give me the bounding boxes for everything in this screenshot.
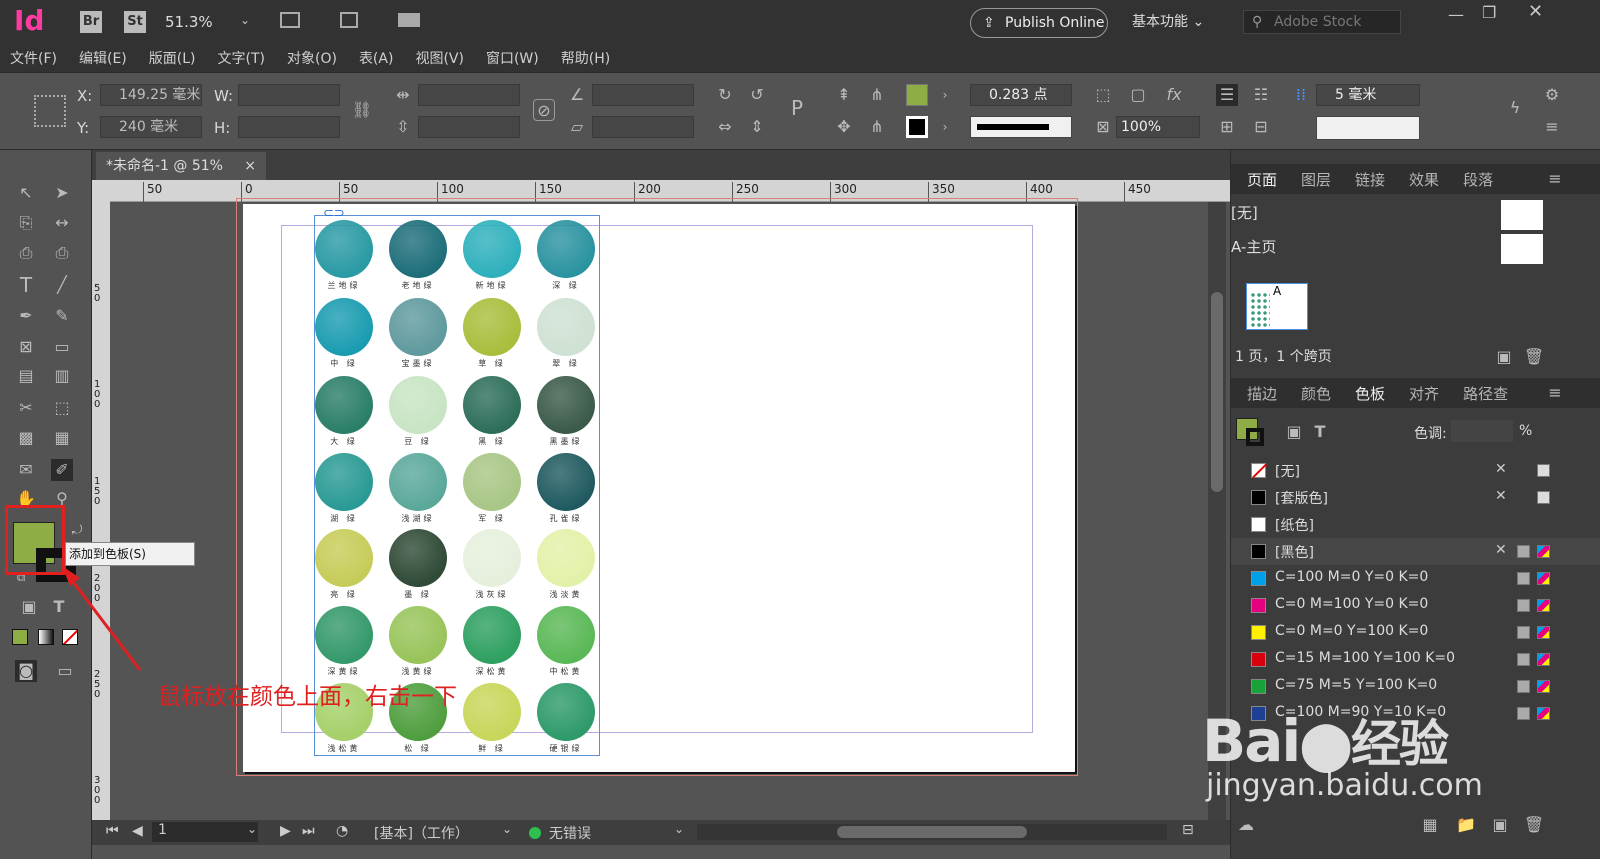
baidu-watermark: Bai⬤经验 xyxy=(1202,704,1592,775)
indesign-window: { "app":{"logo":"Id","br":"Br","st":"St"… xyxy=(0,0,1600,859)
watermark-brand-b: 经验 xyxy=(1350,715,1449,773)
watermark-url: jingyan.baidu.com xyxy=(1206,768,1483,803)
annotation-text: 鼠标放在颜色上面，右击一下 xyxy=(158,684,457,710)
paw-icon: ⬤ xyxy=(1299,717,1353,773)
watermark-brand-a: Bai xyxy=(1202,707,1301,775)
